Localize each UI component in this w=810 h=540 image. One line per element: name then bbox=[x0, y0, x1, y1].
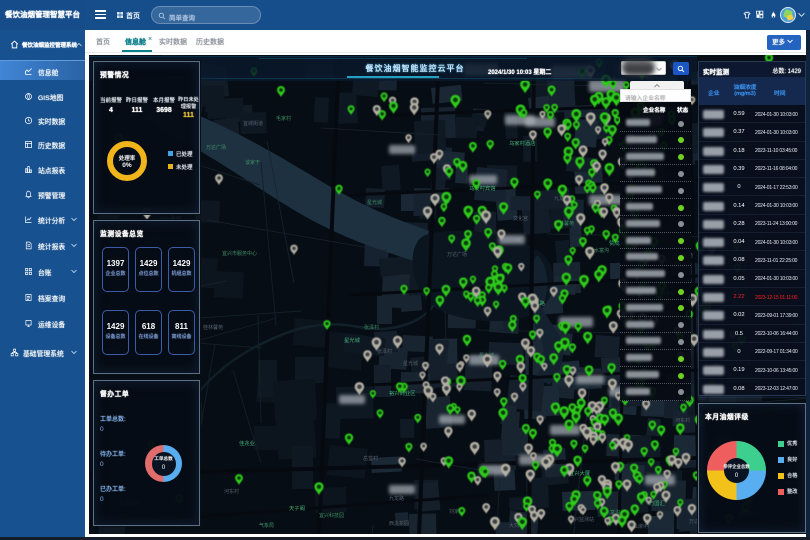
svg-text:大刘: 大刘 bbox=[509, 522, 519, 529]
svg-text:天子阁: 天子阁 bbox=[289, 504, 305, 512]
svg-text:谈家干: 谈家干 bbox=[245, 159, 260, 166]
svg-text:河东村: 河东村 bbox=[224, 488, 239, 495]
svg-text:张泽村: 张泽村 bbox=[377, 348, 392, 355]
svg-text:河东村: 河东村 bbox=[675, 417, 690, 424]
svg-text:万达广场: 万达广场 bbox=[206, 144, 226, 151]
svg-text:星光城: 星光城 bbox=[344, 336, 361, 344]
svg-text:万达广场: 万达广场 bbox=[447, 251, 467, 258]
svg-text:九龙路: 九龙路 bbox=[389, 495, 404, 502]
svg-text:气象局: 气象局 bbox=[259, 522, 274, 529]
svg-text:水富沟: 水富沟 bbox=[594, 247, 609, 254]
svg-text:岳堂村: 岳堂村 bbox=[363, 455, 378, 462]
svg-text:佳兆业: 佳兆业 bbox=[239, 439, 255, 447]
svg-text:西氿花园: 西氿花园 bbox=[389, 520, 409, 527]
svg-text:星光城: 星光城 bbox=[403, 360, 418, 367]
svg-text:宜兴市服务中心: 宜兴市服务中心 bbox=[222, 250, 257, 257]
svg-text:毛家村: 毛家村 bbox=[276, 115, 291, 122]
svg-text:文化宫: 文化宫 bbox=[513, 215, 528, 222]
svg-text:宜城街道: 宜城街道 bbox=[243, 120, 263, 127]
svg-text:张泽村: 张泽村 bbox=[364, 324, 379, 331]
svg-text:桂林馨苑: 桂林馨苑 bbox=[203, 324, 223, 331]
svg-text:星光城: 星光城 bbox=[367, 199, 382, 206]
svg-text:乌家村酒店: 乌家村酒店 bbox=[509, 139, 536, 147]
svg-text:宜兴科技园: 宜兴科技园 bbox=[319, 512, 344, 519]
